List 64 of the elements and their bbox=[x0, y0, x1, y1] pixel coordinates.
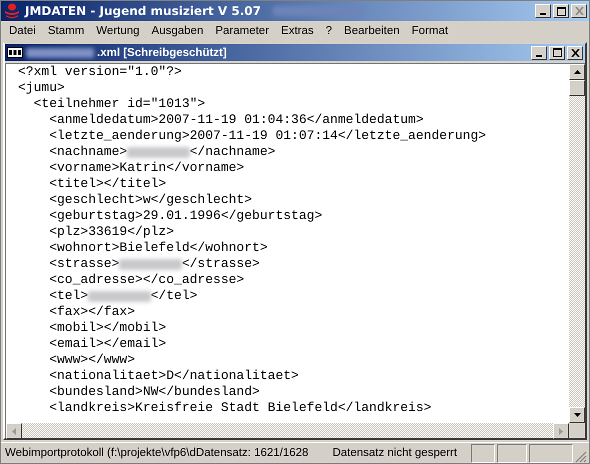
code-line: <geschlecht>w</geschlecht> bbox=[49, 192, 252, 208]
maximize-button[interactable] bbox=[553, 4, 569, 18]
code-line: <geburtstag>29.01.1996</geburtstag> bbox=[49, 208, 322, 224]
close-button[interactable] bbox=[567, 46, 583, 60]
close-icon bbox=[574, 7, 584, 15]
code-line: <plz>33619</plz> bbox=[49, 224, 174, 240]
menu-item[interactable]: Ausgaben bbox=[146, 25, 210, 37]
status-text: Webimportprotokoll (f:\projekte\vfp6\d bbox=[5, 447, 196, 459]
code-line: <anmeldedatum>2007-11-19 01:04:36</anmeldedatum> bbox=[49, 112, 424, 128]
status-text: Datensatz nicht gesperrt bbox=[332, 447, 458, 459]
menu-item[interactable]: Datei bbox=[3, 25, 42, 37]
up-arrow-icon bbox=[574, 70, 580, 74]
app-logo-icon bbox=[3, 3, 21, 19]
code-line: <teilnehmer id="1013"> bbox=[34, 96, 206, 112]
code-line: <www></www> bbox=[49, 352, 136, 368]
code-line: <vorname>Katrin</vorname> bbox=[49, 160, 244, 176]
status-text: Datensatz: 1621/1628 bbox=[196, 447, 308, 459]
window-title: JMDATEN - Jugend musiziert V 5.07 bbox=[25, 4, 261, 18]
vertical-scrollbar[interactable] bbox=[569, 64, 585, 423]
horizontal-scrollbar[interactable] bbox=[6, 423, 569, 438]
code-line: </strasse> bbox=[182, 256, 260, 272]
code-line: <co_adresse></co_adresse> bbox=[49, 272, 244, 288]
code-line: <fax></fax> bbox=[49, 304, 136, 320]
right-arrow-icon bbox=[559, 428, 563, 434]
maximize-icon bbox=[556, 6, 566, 16]
minimize-icon bbox=[540, 13, 546, 15]
down-arrow-icon bbox=[574, 413, 580, 417]
code-line: <mobil></mobil> bbox=[49, 320, 166, 336]
close-icon bbox=[570, 48, 580, 56]
left-arrow-icon bbox=[12, 428, 16, 434]
menu-item[interactable]: ? bbox=[320, 25, 338, 37]
code-line: <wohnort>Bielefeld</wohnort> bbox=[49, 240, 268, 256]
scroll-down-button[interactable] bbox=[569, 407, 585, 423]
code-line: <strasse> bbox=[49, 256, 120, 272]
menu-item[interactable]: Stamm bbox=[42, 25, 90, 37]
code-line: <email></email> bbox=[49, 336, 166, 352]
minimize-button[interactable] bbox=[531, 46, 547, 60]
maximize-button[interactable] bbox=[549, 46, 565, 60]
document-title: .xml [Schreibgeschützt] bbox=[97, 46, 227, 58]
code-line: <titel></titel> bbox=[49, 176, 166, 192]
menu-item[interactable]: Extras bbox=[275, 25, 320, 37]
code-line: <?xml version="1.0"?> bbox=[18, 64, 182, 80]
code-line: <letzte_aenderung>2007-11-19 01:07:14</letzte_aenderung> bbox=[49, 128, 486, 144]
menu-item[interactable]: Parameter bbox=[209, 25, 276, 37]
code-line: <bundesland>NW</bundesland> bbox=[49, 384, 260, 400]
minimize-button[interactable] bbox=[535, 4, 551, 18]
code-line: <nachname> bbox=[49, 144, 128, 160]
menu-item[interactable]: Format bbox=[406, 25, 454, 37]
code-line: <nationalitaet>D</nationalitaet> bbox=[49, 368, 299, 384]
code-line: <landkreis>Kreisfreie Stadt Bielefeld</landkreis> bbox=[49, 400, 432, 416]
code-line: <jumu> bbox=[18, 80, 65, 96]
code-line: </nachname> bbox=[190, 144, 276, 160]
minimize-icon bbox=[536, 54, 542, 56]
code-line: <tel> bbox=[49, 288, 88, 304]
menu-item[interactable]: Wertung bbox=[90, 25, 146, 37]
code-line: </tel> bbox=[150, 288, 198, 304]
scroll-up-button[interactable] bbox=[569, 64, 585, 80]
text-document-icon bbox=[7, 47, 23, 58]
scroll-thumb[interactable] bbox=[569, 80, 585, 96]
scroll-right-button[interactable] bbox=[553, 423, 569, 439]
maximize-icon bbox=[552, 48, 562, 57]
close-button[interactable] bbox=[571, 4, 587, 18]
scroll-left-button[interactable] bbox=[6, 423, 22, 439]
menu-item[interactable]: Bearbeiten bbox=[338, 25, 406, 37]
